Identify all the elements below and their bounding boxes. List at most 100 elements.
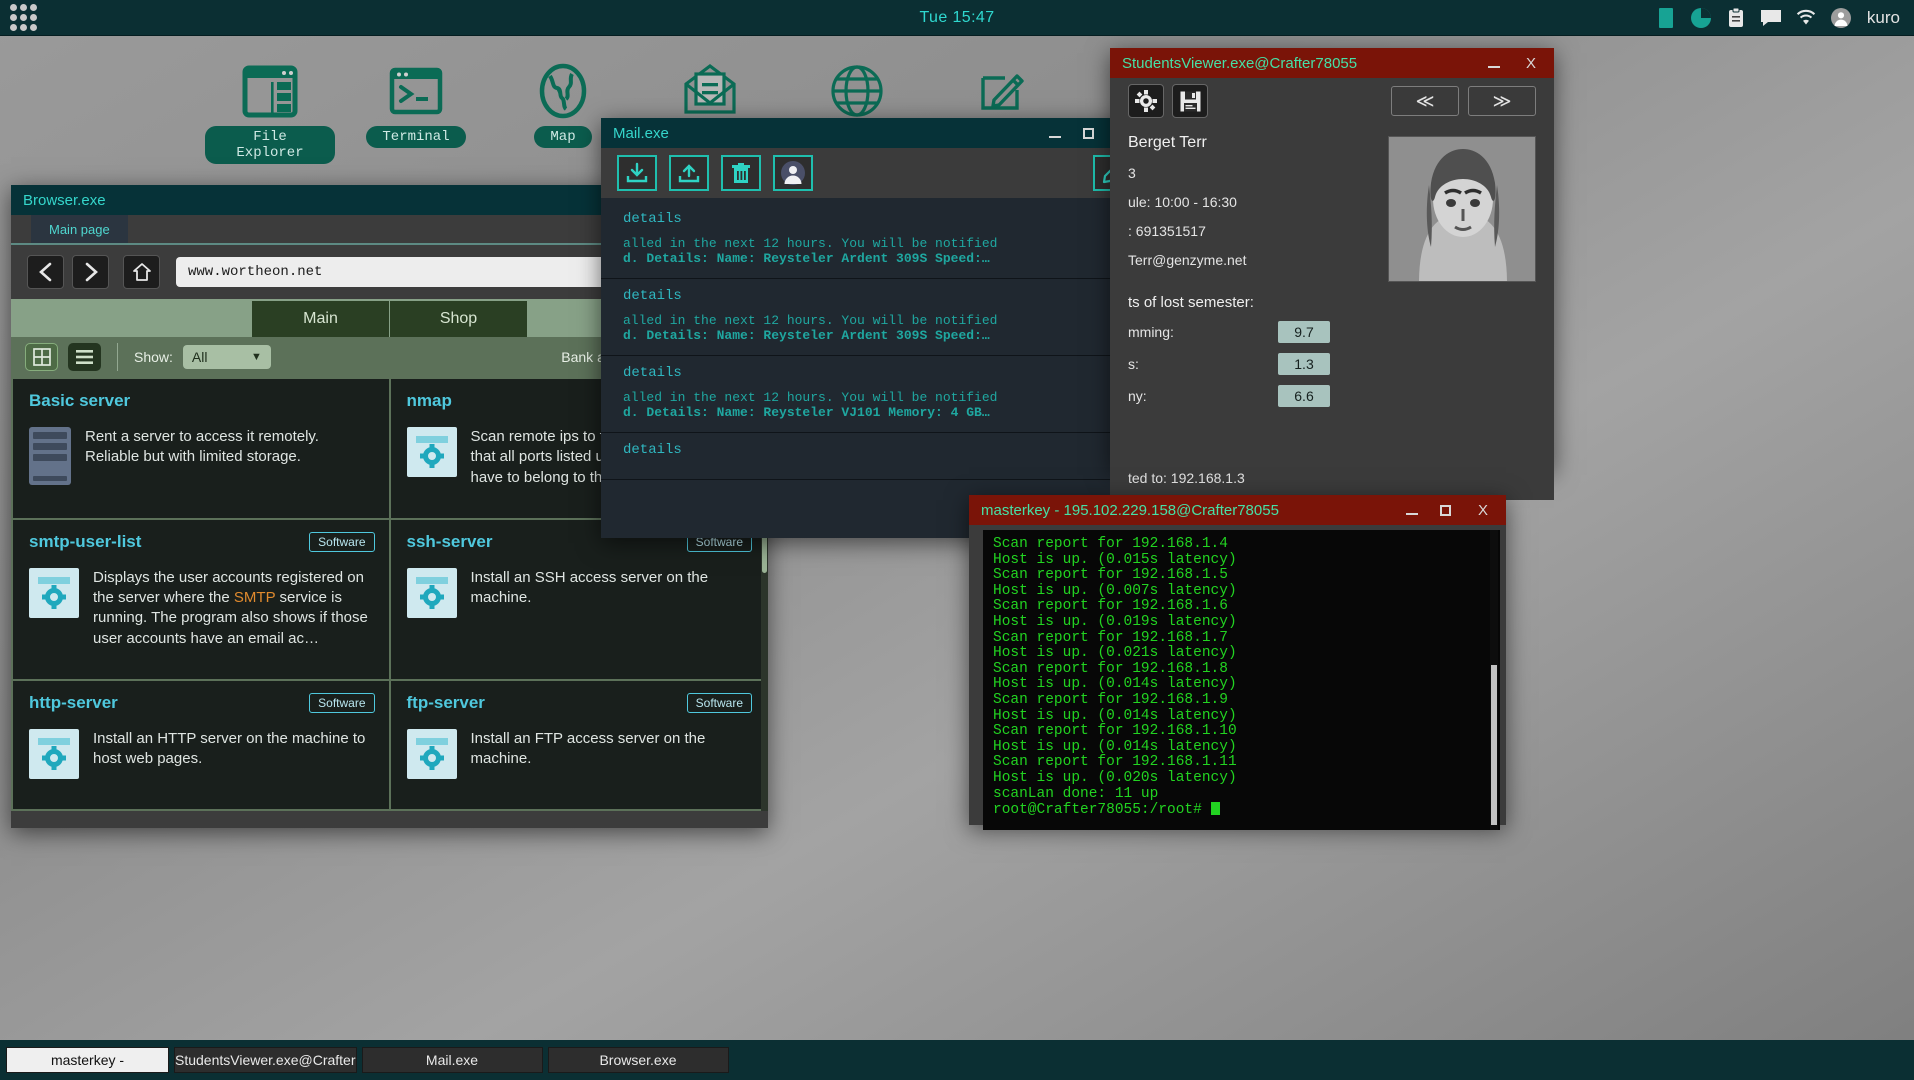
taskbar-item-studentsviewer[interactable]: StudentsViewer.exe@Crafter (174, 1047, 357, 1073)
terminal-icon (351, 60, 481, 122)
wifi-icon[interactable] (1795, 7, 1817, 29)
product-card[interactable]: ssh-server Software Install an SSH acces… (391, 520, 767, 679)
mail-title-bar[interactable]: Mail.exe X (601, 118, 1149, 148)
terminal-scrollbar[interactable] (1490, 530, 1498, 830)
contacts-icon[interactable] (773, 155, 813, 191)
maximize-button[interactable] (1440, 505, 1458, 516)
product-description: Install an FTP access server on the mach… (471, 729, 751, 779)
software-gear-icon (407, 729, 457, 779)
trash-icon[interactable] (721, 155, 761, 191)
students-toolbar: ≪ ≫ (1110, 78, 1554, 124)
mail-preview-line-2: d. Details: Name: Reysteler Ardent 309S … (623, 251, 1127, 266)
terminal-line: Host is up. (0.014s latency) (993, 740, 1490, 756)
show-filter-select[interactable]: All ▼ (183, 345, 271, 369)
grid-icon (33, 348, 51, 366)
minimize-button[interactable] (1488, 58, 1506, 68)
username-label: kuro (1867, 8, 1900, 28)
grid-dots-icon (10, 4, 37, 31)
list-view-button[interactable] (68, 343, 101, 371)
next-student-button[interactable]: ≫ (1468, 86, 1536, 116)
back-button[interactable] (27, 255, 64, 289)
inbox-icon[interactable] (617, 155, 657, 191)
terminal-title: masterkey - 195.102.229.158@Crafter78055 (981, 502, 1279, 519)
forward-button[interactable] (72, 255, 109, 289)
close-button[interactable]: X (1522, 56, 1540, 71)
minimize-button[interactable] (1049, 128, 1067, 138)
maximize-button[interactable] (1083, 128, 1101, 139)
grid-view-button[interactable] (25, 343, 58, 371)
mail-toolbar (601, 148, 1149, 198)
avatar-icon[interactable] (1830, 7, 1852, 29)
students-title-bar[interactable]: StudentsViewer.exe@Crafter78055 X (1110, 48, 1554, 78)
product-description: Rent a server to access it remotely. Rel… (85, 427, 373, 485)
grades-section-title: ts of lost semester: (1128, 294, 1536, 311)
mail-details-label: details (623, 365, 1127, 381)
terminal-line: Scan report for 192.168.1.9 (993, 693, 1490, 709)
taskbar-item-mail[interactable]: Mail.exe (362, 1047, 543, 1073)
product-card[interactable]: http-server Software Install an HTTP ser… (13, 681, 389, 809)
terminal-line: Scan report for 192.168.1.5 (993, 568, 1490, 584)
terminal-title-bar[interactable]: masterkey - 195.102.229.158@Crafter78055… (969, 495, 1506, 525)
terminal-line: Scan report for 192.168.1.6 (993, 599, 1490, 615)
mail-preview-line-2: d. Details: Name: Reysteler VJ101 Memory… (623, 405, 1127, 420)
product-card[interactable]: smtp-user-list Software Displays the use… (13, 520, 389, 679)
terminal-output[interactable]: Scan report for 192.168.1.4 Host is up. … (983, 530, 1500, 830)
mail-list-item[interactable]: details alled in the next 12 hours. You … (601, 202, 1149, 279)
taskbar: masterkey - StudentsViewer.exe@Crafter M… (0, 1040, 1914, 1080)
mail-details-label: details (623, 442, 1127, 458)
square-icon[interactable] (1655, 7, 1677, 29)
mail-list-item[interactable]: details alled in the next 12 hours. You … (601, 356, 1149, 433)
clipboard-icon[interactable] (1725, 7, 1747, 29)
product-card[interactable]: Basic server Rent a server to access it … (13, 379, 389, 518)
mail-list-item[interactable]: details alled in the next 12 hours. You … (601, 279, 1149, 356)
previous-student-button[interactable]: ≪ (1391, 86, 1459, 116)
terminal-window: masterkey - 195.102.229.158@Crafter78055… (969, 495, 1506, 825)
mail-preview-line-2: d. Details: Name: Reysteler Ardent 309S … (623, 328, 1127, 343)
terminal-line: Scan report for 192.168.1.11 (993, 755, 1490, 771)
system-top-bar: Tue 15:47 kuro (0, 0, 1914, 36)
shop-tab-shop[interactable]: Shop (390, 301, 527, 337)
grade-row: s: 1.3 (1128, 353, 1536, 375)
desktop-icon-file-explorer[interactable]: File Explorer (205, 60, 335, 164)
mail-title: Mail.exe (613, 125, 669, 142)
mail-message-list[interactable]: details alled in the next 12 hours. You … (601, 198, 1149, 538)
minimize-button[interactable] (1406, 505, 1424, 515)
tab-main-page[interactable]: Main page (31, 215, 128, 243)
terminal-line: Scan report for 192.168.1.10 (993, 724, 1490, 740)
chat-icon[interactable] (1760, 7, 1782, 29)
app-launcher-button[interactable] (0, 0, 46, 36)
gear-icon[interactable] (1128, 84, 1164, 118)
save-floppy-icon[interactable] (1172, 84, 1208, 118)
mail-window: Mail.exe X details alled in the next 12 … (601, 118, 1149, 538)
mail-preview-line-1: alled in the next 12 hours. You will be … (623, 390, 1127, 405)
mail-details-label: details (623, 288, 1127, 304)
terminal-line: Host is up. (0.021s latency) (993, 646, 1490, 662)
close-button[interactable]: X (1474, 503, 1492, 518)
browser-title: Browser.exe (23, 192, 106, 209)
product-name: Basic server (29, 391, 373, 411)
home-button[interactable] (123, 255, 160, 289)
students-viewer-window: StudentsViewer.exe@Crafter78055 X ≪ ≫ (1110, 48, 1554, 470)
scrollbar-thumb[interactable] (1491, 665, 1497, 825)
students-detail-panel: Berget Terr 3 ule: 10:00 - 16:30 : 69135… (1110, 124, 1554, 500)
grade-value: 1.3 (1278, 353, 1330, 375)
taskbar-item-masterkey[interactable]: masterkey - (6, 1047, 169, 1073)
desktop-icon-terminal[interactable]: Terminal (351, 60, 481, 148)
terminal-line: Host is up. (0.019s latency) (993, 615, 1490, 631)
grade-label: s: (1128, 356, 1278, 372)
shop-tab-main[interactable]: Main (252, 301, 389, 337)
students-pager: ≪ ≫ (1391, 86, 1536, 116)
software-gear-icon (29, 729, 79, 779)
student-portrait (1388, 136, 1536, 282)
terminal-line: Host is up. (0.020s latency) (993, 771, 1490, 787)
terminal-window-controls: X (1406, 503, 1498, 518)
product-badge: Software (309, 532, 374, 552)
terminal-cursor (1211, 802, 1220, 815)
clock: Tue 15:47 (0, 9, 1914, 27)
pie-icon[interactable] (1690, 7, 1712, 29)
mail-list-item[interactable]: details (601, 433, 1149, 480)
product-card[interactable]: ftp-server Software Install an FTP acces… (391, 681, 767, 809)
outbox-icon[interactable] (669, 155, 709, 191)
taskbar-item-browser[interactable]: Browser.exe (548, 1047, 729, 1073)
mail-preview-line-1: alled in the next 12 hours. You will be … (623, 313, 1127, 328)
